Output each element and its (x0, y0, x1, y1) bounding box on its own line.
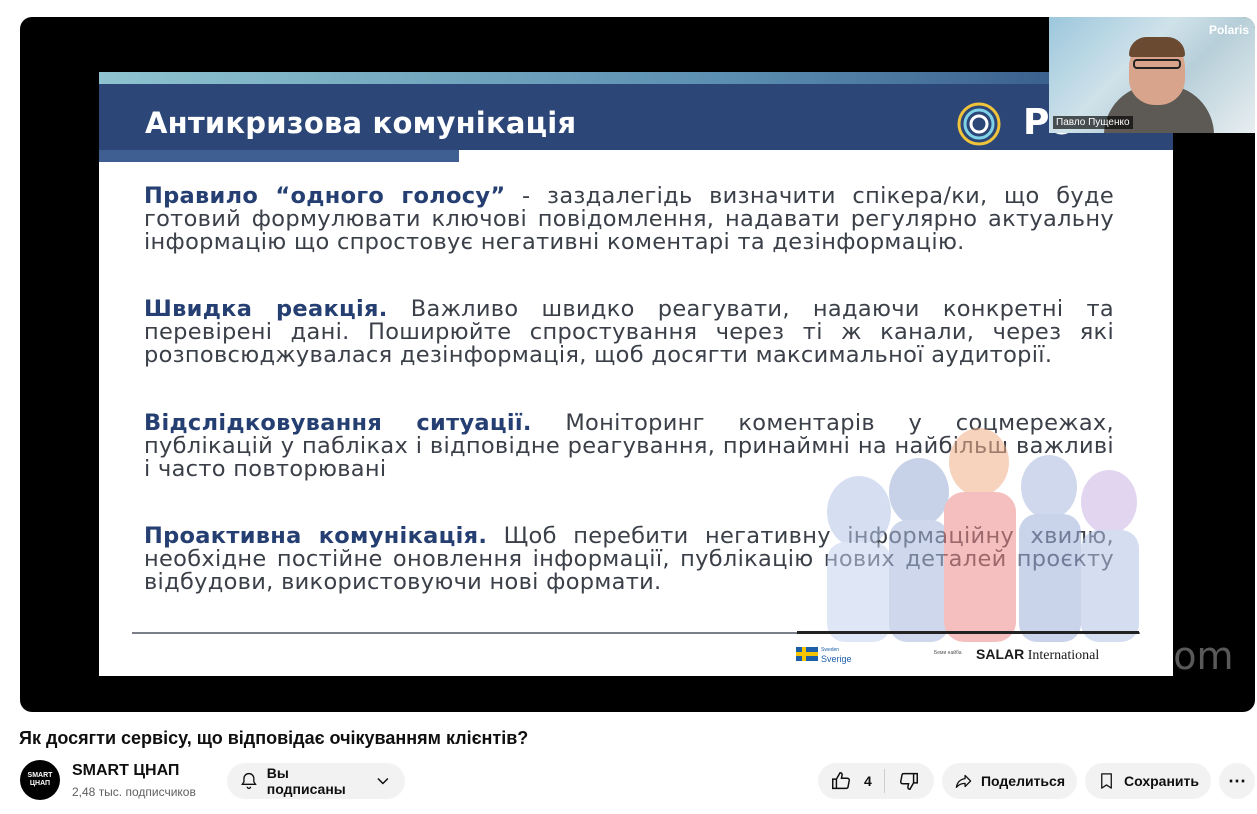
like-count: 4 (864, 773, 872, 789)
save-button[interactable]: Сохранить (1085, 763, 1211, 799)
slide-header-shade (99, 150, 459, 162)
share-button[interactable]: Поделиться (942, 763, 1077, 799)
like-dislike-group: 4 (818, 763, 934, 799)
chevron-down-icon (377, 778, 389, 785)
video-player[interactable]: Антикризова комунікація Po Правило “одно… (20, 17, 1255, 712)
slide-header: Антикризова комунікація Po (99, 84, 1173, 162)
polaris-logo-icon (957, 102, 1001, 146)
slide-paragraph-2: Швидка реакція. Важливо швидко реагувати… (144, 298, 1114, 367)
webcam-brand: Polaris (1208, 23, 1249, 37)
channel-avatar[interactable]: SMART ЦНАП (20, 760, 60, 800)
zoom-watermark: zoom (1130, 634, 1234, 678)
webcam-person-hair (1129, 37, 1185, 57)
subscribed-label: Вы подписаны (266, 765, 346, 797)
more-actions-button[interactable]: ⋯ (1219, 763, 1255, 799)
webcam-overlay: Polaris Павло Пущенко (1049, 17, 1255, 133)
share-label: Поделиться (980, 773, 1065, 789)
save-icon (1101, 773, 1112, 789)
channel-subscriber-count: 2,48 тыс. подписчиков (72, 785, 196, 799)
international-word: International (1027, 648, 1100, 663)
people-illustration (827, 428, 1139, 642)
slide-top-accent (99, 72, 1173, 84)
video-title: Як досягти сервісу, що відповідає очікув… (19, 728, 529, 748)
footer-salar-logo: SALAR International (976, 646, 1099, 664)
slide-divider-accent (797, 631, 1139, 634)
slide-title: Антикризова комунікація (145, 106, 577, 140)
presentation-slide: Антикризова комунікація Po Правило “одно… (99, 72, 1173, 676)
thumbs-down-icon (900, 772, 918, 790)
webcam-participant-name: Павло Пущенко (1053, 116, 1133, 129)
share-icon (955, 774, 972, 788)
slide-paragraph-1: Правило “одного голосу” - заздалегідь ви… (144, 185, 1114, 254)
avatar-line2: ЦНАП (29, 780, 51, 787)
footer-sverige-label: Sverige (821, 654, 852, 664)
footer-sverige: Sweden Sverige (821, 646, 852, 664)
save-label: Сохранить (1124, 773, 1199, 789)
like-button[interactable]: 4 (818, 763, 884, 799)
footer-small-text: Беми найба (934, 650, 962, 656)
more-icon: ⋯ (1228, 770, 1246, 791)
thumbs-up-icon (832, 772, 850, 790)
subscribed-button[interactable]: Вы подписаны (227, 763, 405, 799)
avatar-line1: SMART (27, 772, 53, 779)
dislike-button[interactable] (885, 763, 933, 799)
sweden-flag-icon (796, 647, 818, 661)
salar-word: SALAR (976, 646, 1025, 662)
webcam-person-glasses (1133, 59, 1181, 69)
bell-icon (241, 772, 257, 790)
channel-name[interactable]: SMART ЦНАП (72, 762, 179, 780)
